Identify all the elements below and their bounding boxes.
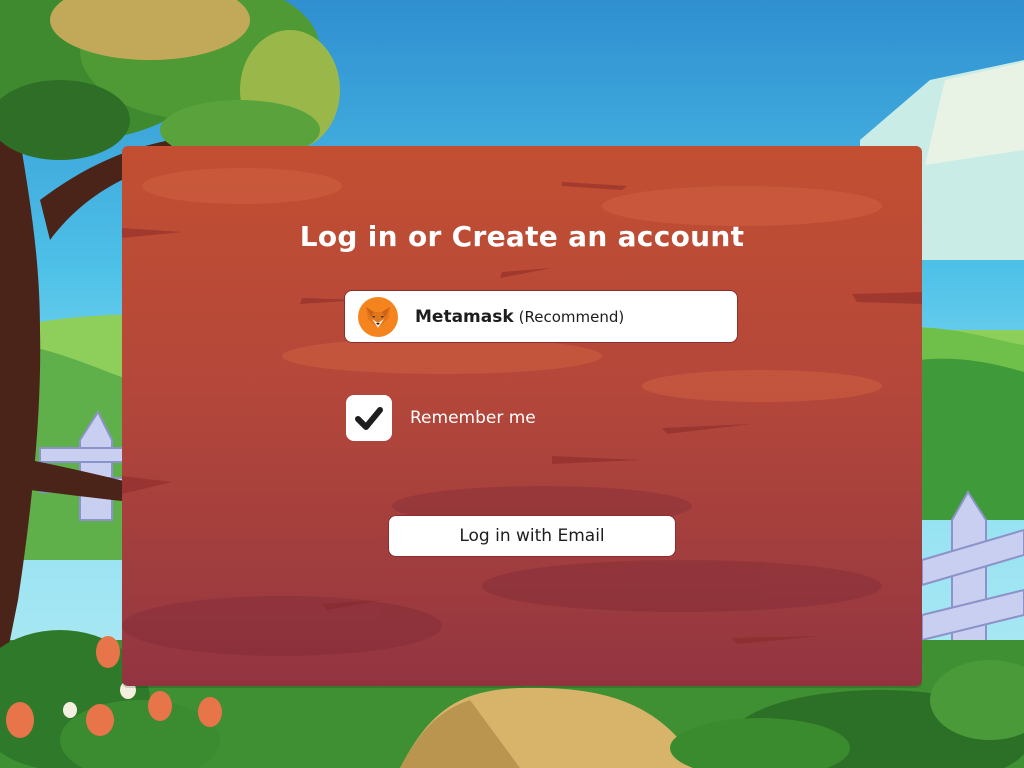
checkmark-icon (355, 406, 383, 430)
remember-me-label: Remember me (410, 407, 536, 428)
metamask-login-button[interactable]: Metamask (Recommend) (344, 290, 738, 343)
hill-right-dark (920, 358, 1024, 520)
remember-me-toggle[interactable]: Remember me (346, 394, 536, 441)
metamask-label: Metamask (415, 306, 514, 327)
page-title: Log in or Create an account (299, 220, 745, 253)
email-login-button[interactable]: Log in with Email (388, 515, 676, 557)
remember-me-checkbox[interactable] (346, 394, 392, 441)
login-panel: Log in or Create an account Metamask (Re… (122, 146, 922, 686)
tree-foliage (0, 0, 340, 160)
recommend-note: (Recommend) (518, 307, 625, 326)
metamask-fox-icon (358, 296, 398, 337)
